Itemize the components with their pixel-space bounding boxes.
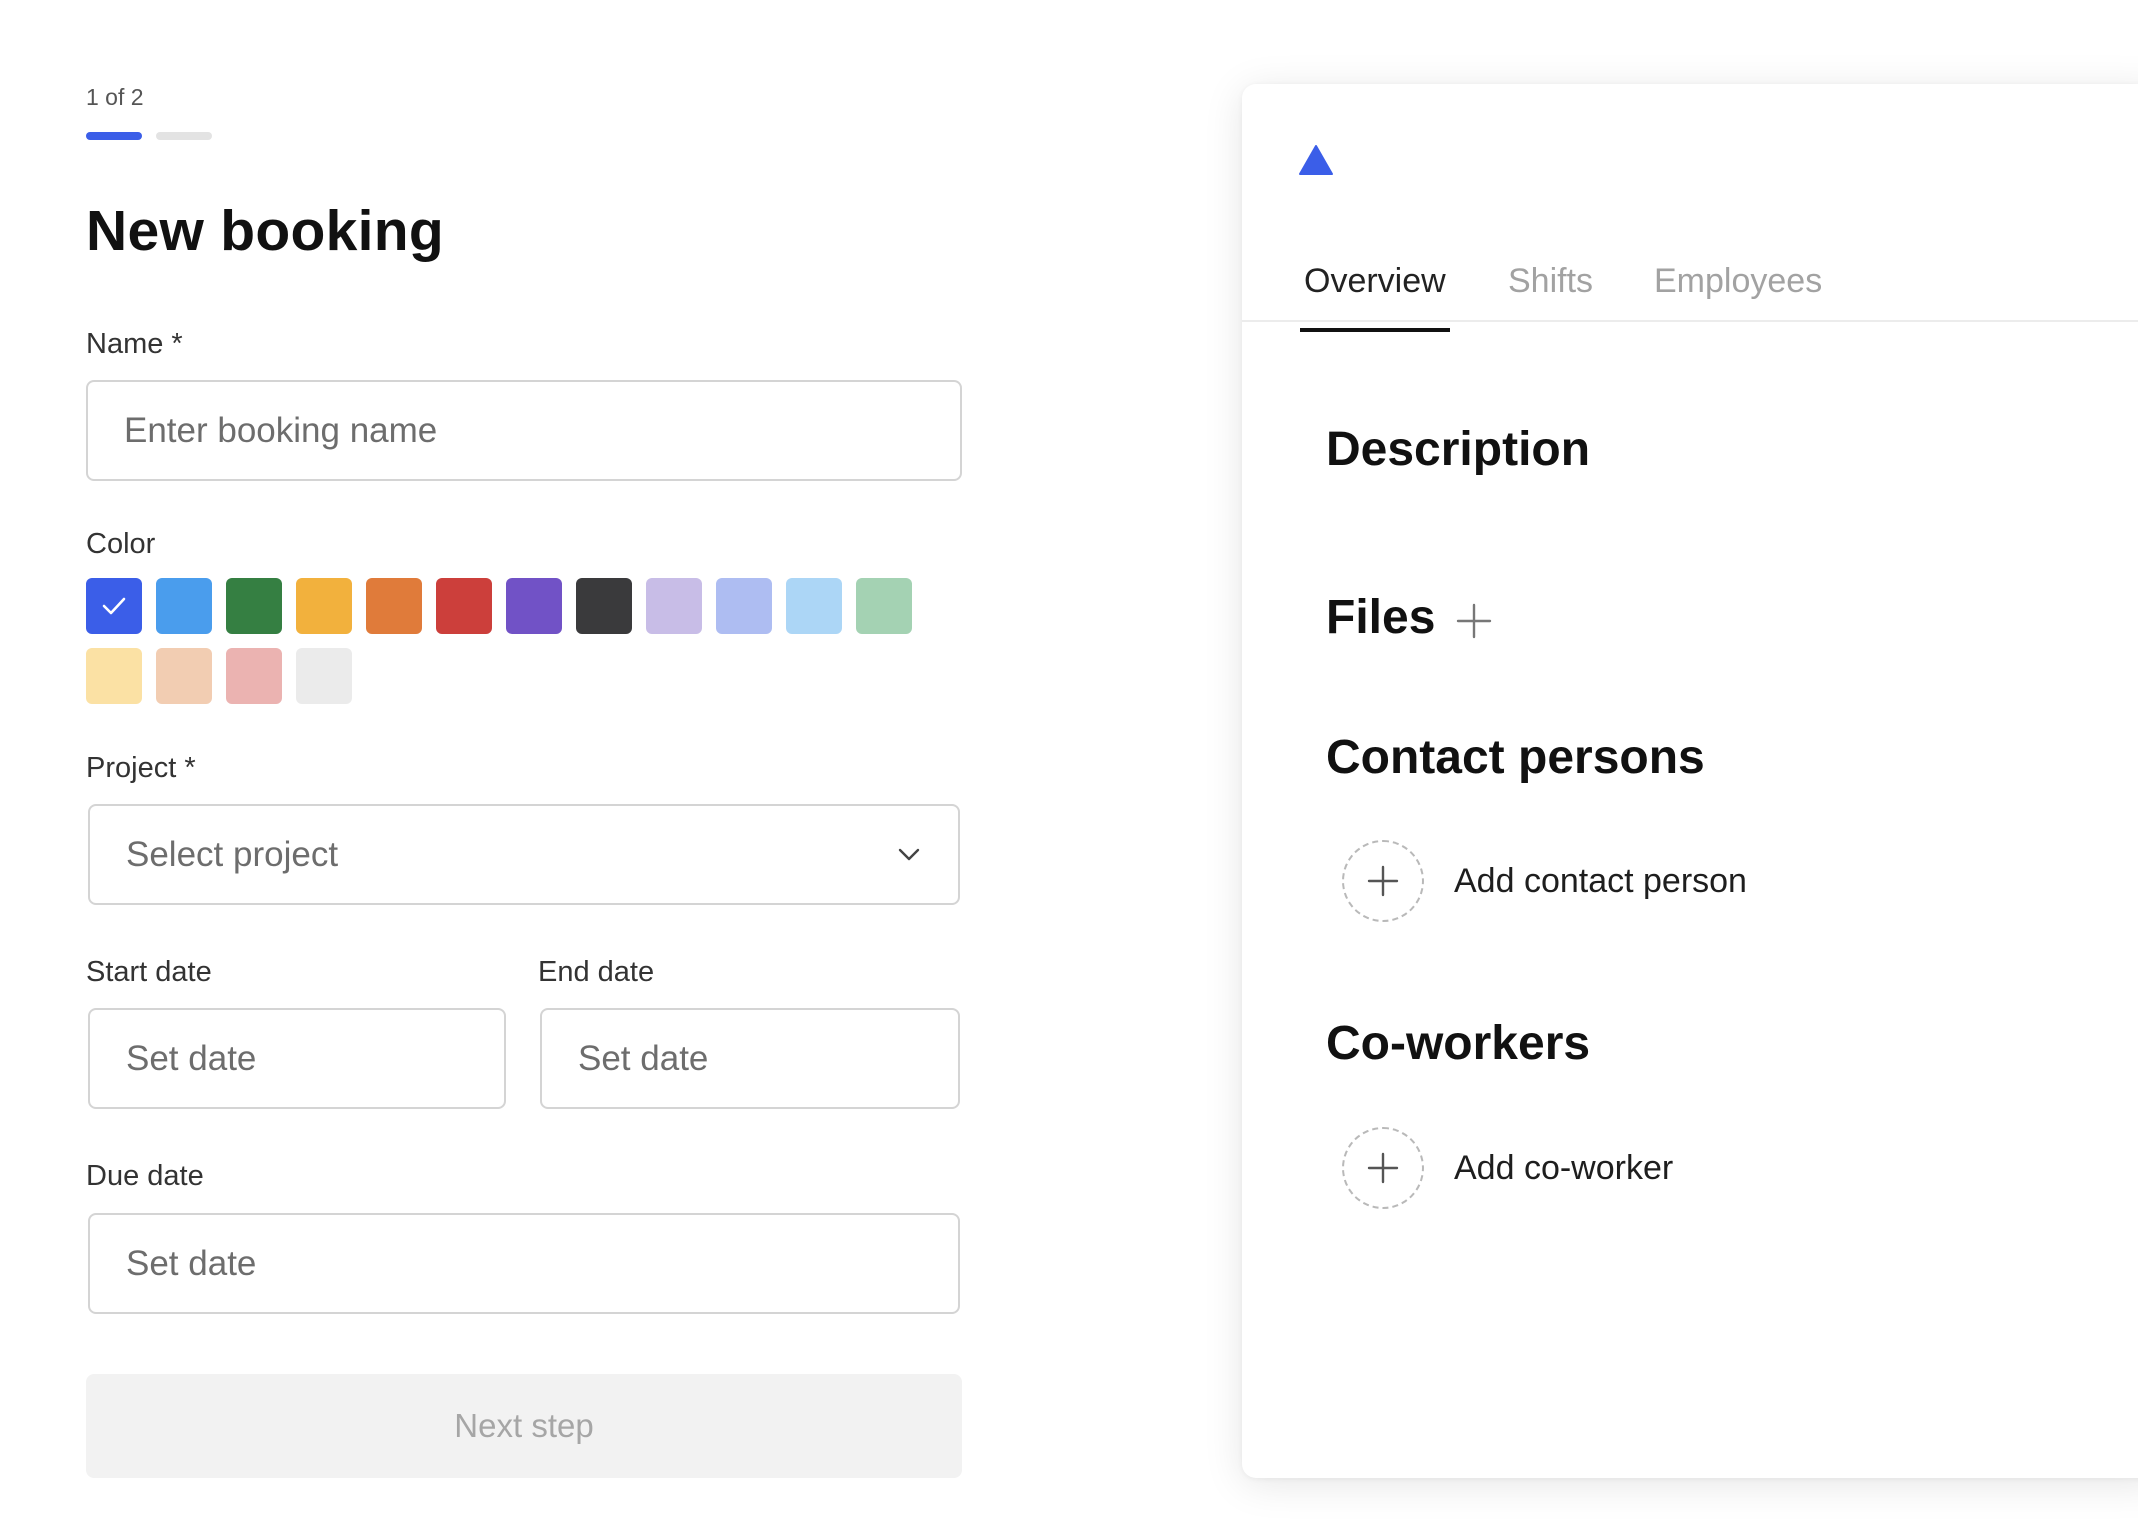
tab-overview[interactable]: Overview bbox=[1304, 262, 1446, 301]
active-tab-indicator bbox=[1300, 328, 1450, 332]
name-field-box bbox=[86, 380, 962, 481]
project-select-placeholder: Select project bbox=[126, 834, 339, 874]
start-date-box bbox=[88, 1008, 506, 1109]
step-indicator: 1 of 2 bbox=[86, 84, 144, 110]
due-date-label: Due date bbox=[86, 1160, 204, 1192]
color-swatch[interactable] bbox=[506, 578, 562, 634]
add-co-worker-label: Add co-worker bbox=[1454, 1148, 1674, 1187]
color-swatch[interactable] bbox=[366, 578, 422, 634]
start-date-label: Start date bbox=[86, 956, 212, 988]
color-swatch[interactable] bbox=[786, 578, 842, 634]
page-title: New booking bbox=[86, 199, 444, 263]
color-swatch[interactable] bbox=[156, 648, 212, 704]
booking-page: 1 of 2 New booking Name * Color Project … bbox=[0, 0, 2138, 1540]
checkmark-icon bbox=[102, 597, 126, 615]
step-progress-inactive bbox=[156, 132, 212, 140]
color-swatch[interactable] bbox=[716, 578, 772, 634]
color-swatch[interactable] bbox=[296, 578, 352, 634]
color-swatch[interactable] bbox=[576, 578, 632, 634]
add-contact-person-button[interactable]: Add contact person bbox=[1342, 840, 1747, 922]
start-date-input[interactable] bbox=[126, 1038, 468, 1079]
color-swatch[interactable] bbox=[646, 578, 702, 634]
end-date-box bbox=[540, 1008, 960, 1109]
description-heading: Description bbox=[1326, 423, 1591, 476]
contact-persons-heading: Contact persons bbox=[1326, 731, 1705, 784]
color-swatch-selected[interactable] bbox=[86, 578, 142, 634]
panel-tabs: Overview Shifts Employees bbox=[1242, 262, 2138, 322]
logo-triangle-icon bbox=[1298, 144, 1334, 181]
co-workers-heading: Co-workers bbox=[1326, 1017, 1591, 1070]
color-swatch[interactable] bbox=[226, 648, 282, 704]
due-date-input[interactable] bbox=[126, 1243, 922, 1284]
next-step-button[interactable]: Next step bbox=[86, 1374, 962, 1478]
chevron-down-icon bbox=[896, 842, 922, 868]
due-date-box bbox=[88, 1213, 960, 1314]
color-swatch[interactable] bbox=[856, 578, 912, 634]
end-date-input[interactable] bbox=[578, 1038, 922, 1079]
add-file-plus-icon[interactable] bbox=[1454, 601, 1494, 641]
tab-employees[interactable]: Employees bbox=[1654, 262, 1822, 301]
color-swatch[interactable] bbox=[226, 578, 282, 634]
color-swatch[interactable] bbox=[156, 578, 212, 634]
booking-name-input[interactable] bbox=[124, 410, 924, 451]
end-date-label: End date bbox=[538, 956, 655, 988]
name-label: Name * bbox=[86, 328, 183, 360]
add-co-worker-button[interactable]: Add co-worker bbox=[1342, 1127, 1673, 1209]
plus-icon bbox=[1342, 1127, 1424, 1209]
project-select[interactable]: Select project bbox=[88, 804, 960, 905]
project-label: Project * bbox=[86, 752, 196, 784]
add-contact-person-label: Add contact person bbox=[1454, 861, 1747, 900]
files-heading: Files bbox=[1326, 591, 1436, 644]
color-swatch[interactable] bbox=[296, 648, 352, 704]
step-progress-active bbox=[86, 132, 142, 140]
plus-icon bbox=[1342, 840, 1424, 922]
color-label: Color bbox=[86, 528, 156, 560]
color-swatch[interactable] bbox=[86, 648, 142, 704]
color-swatch[interactable] bbox=[436, 578, 492, 634]
overview-panel: Overview Shifts Employees Description Fi… bbox=[1242, 84, 2138, 1478]
tab-shifts[interactable]: Shifts bbox=[1508, 262, 1593, 301]
